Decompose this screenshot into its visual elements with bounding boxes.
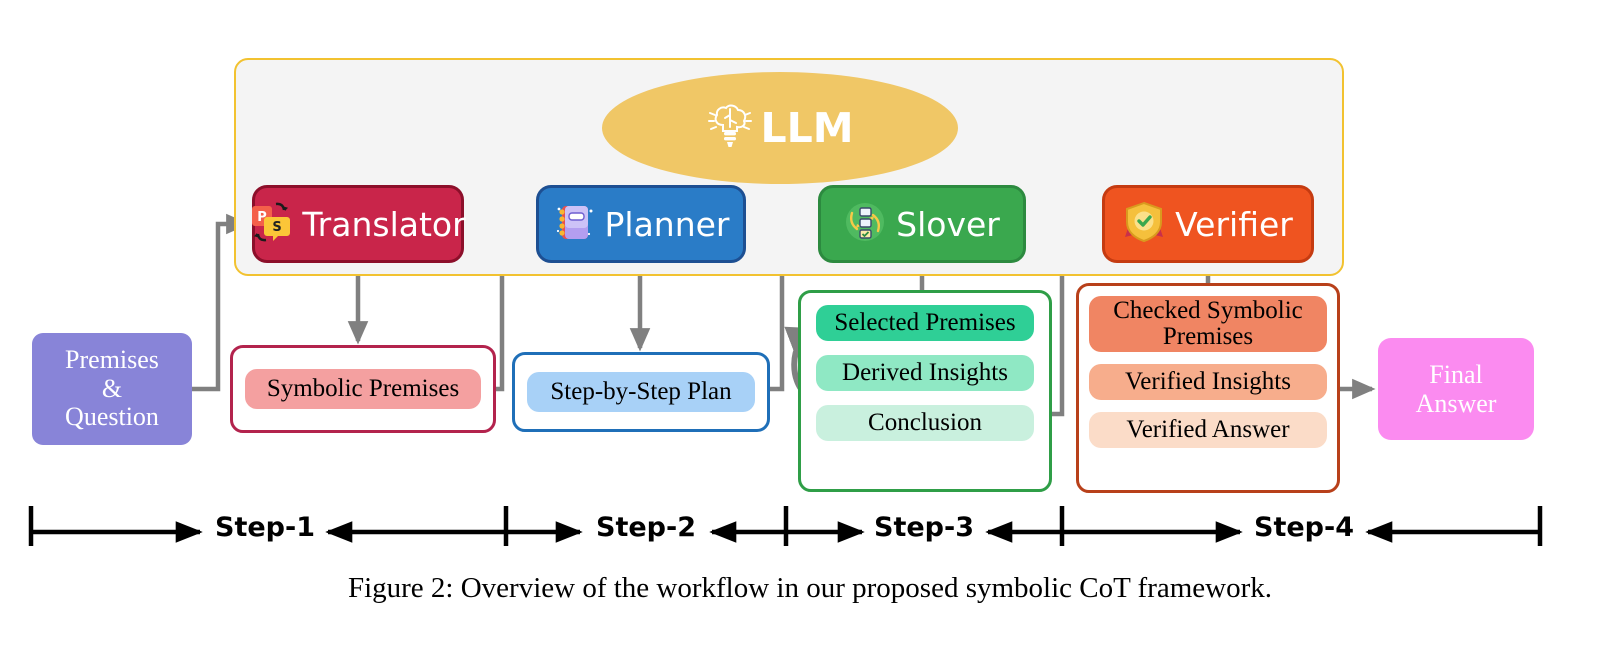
step1-artifact-group: Symbolic Premises xyxy=(230,345,496,433)
artifact-checked-symbolic-premises[interactable]: Checked Symbolic Premises xyxy=(1089,296,1327,352)
checklist-loop-icon xyxy=(844,201,886,248)
step2-artifact-group: Step-by-Step Plan xyxy=(512,352,770,432)
llm-node[interactable]: LLM xyxy=(602,72,958,184)
translate-icon: P S xyxy=(250,201,292,248)
artifact-derived-insights[interactable]: Derived Insights xyxy=(816,355,1034,391)
agent-planner[interactable]: Planner xyxy=(536,185,746,263)
figure-container: LLM P S Translator Planner Slover Verifi… xyxy=(0,0,1620,654)
step-label-4: Step-4 xyxy=(1254,512,1354,543)
artifact-verified-answer[interactable]: Verified Answer xyxy=(1089,412,1327,448)
input-line-1: Premises xyxy=(65,345,159,375)
agent-translator[interactable]: P S Translator xyxy=(250,185,466,263)
llm-label: LLM xyxy=(760,103,854,152)
agent-verifier-label: Verifier xyxy=(1175,204,1293,244)
artifact-step-by-step-plan[interactable]: Step-by-Step Plan xyxy=(527,372,755,412)
step3-artifact-group: Selected Premises Derived Insights Concl… xyxy=(798,290,1052,492)
output-line-2: Answer xyxy=(1415,389,1497,418)
shield-check-icon xyxy=(1123,201,1165,248)
input-line-2: & xyxy=(101,373,123,403)
step-label-1: Step-1 xyxy=(215,512,315,543)
input-line-3: Question xyxy=(65,402,159,432)
artifact-selected-premises[interactable]: Selected Premises xyxy=(816,305,1034,341)
step-label-3: Step-3 xyxy=(874,512,974,543)
artifact-conclusion[interactable]: Conclusion xyxy=(816,405,1034,441)
input-premises-question[interactable]: Premises & Question xyxy=(32,333,192,445)
agent-translator-label: Translator xyxy=(302,204,466,244)
artifact-symbolic-premises[interactable]: Symbolic Premises xyxy=(245,369,481,409)
artifact-verified-insights[interactable]: Verified Insights xyxy=(1089,364,1327,400)
notebook-icon xyxy=(553,201,595,248)
step-label-2: Step-2 xyxy=(596,512,696,543)
agent-planner-label: Planner xyxy=(604,204,730,244)
step4-artifact-group: Checked Symbolic Premises Verified Insig… xyxy=(1076,283,1340,493)
agent-slover[interactable]: Slover xyxy=(818,185,1026,263)
agent-verifier[interactable]: Verifier xyxy=(1102,185,1314,263)
svg-text:S: S xyxy=(273,220,282,235)
output-final-answer[interactable]: Final Answer xyxy=(1378,338,1534,440)
brain-lightbulb-icon xyxy=(706,101,754,155)
agent-slover-label: Slover xyxy=(896,204,1000,244)
output-line-1: Final xyxy=(1429,359,1483,389)
figure-caption: Figure 2: Overview of the workflow in ou… xyxy=(347,572,1273,604)
